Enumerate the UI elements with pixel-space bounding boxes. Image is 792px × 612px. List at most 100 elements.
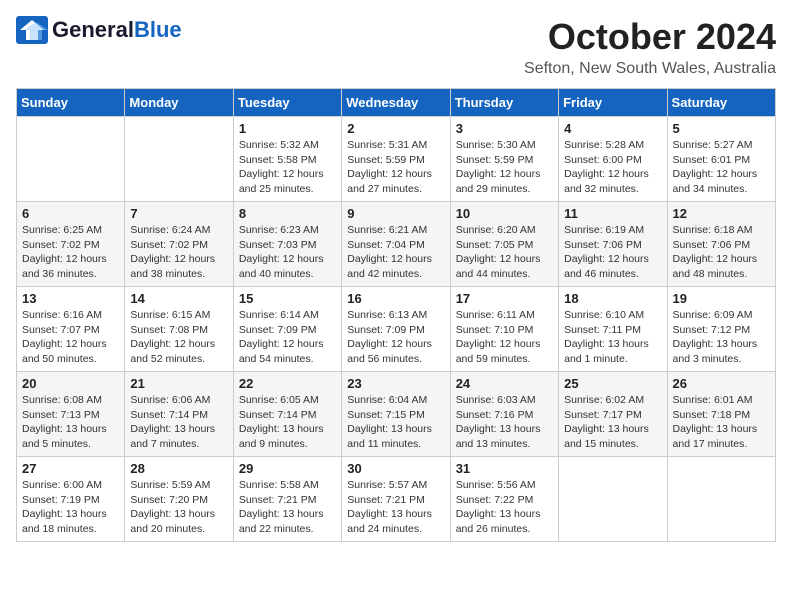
calendar-day-14: 14 Sunrise: 6:15 AMSunset: 7:08 PMDayligh… — [125, 287, 233, 372]
location-subtitle: Sefton, New South Wales, Australia — [524, 60, 776, 78]
day-number: 14 — [130, 291, 227, 306]
day-number: 23 — [347, 376, 444, 391]
day-info: Sunrise: 6:06 AMSunset: 7:14 PMDaylight:… — [130, 393, 227, 452]
day-number: 9 — [347, 206, 444, 221]
calendar-day-11: 11 Sunrise: 6:19 AMSunset: 7:06 PMDayligh… — [559, 202, 667, 287]
page-header: GeneralBlue October 2024 Sefton, New Sou… — [16, 16, 776, 78]
logo: GeneralBlue — [16, 16, 182, 44]
calendar-day-29: 29Sunrise: 5:58 AMSunset: 7:21 PMDayligh… — [233, 457, 341, 542]
calendar-week-1: 1 Sunrise: 5:32 AMSunset: 5:58 PMDaylight… — [17, 117, 776, 202]
day-number: 13 — [22, 291, 119, 306]
calendar-week-4: 20Sunrise: 6:08 AMSunset: 7:13 PMDayligh… — [17, 372, 776, 457]
day-info: Sunrise: 6:01 AMSunset: 7:18 PMDaylight:… — [673, 393, 770, 452]
calendar-day-18: 18Sunrise: 6:10 AMSunset: 7:11 PMDayligh… — [559, 287, 667, 372]
day-header-saturday: Saturday — [667, 89, 775, 117]
day-number: 4 — [564, 121, 661, 136]
day-info: Sunrise: 6:00 AMSunset: 7:19 PMDaylight:… — [22, 478, 119, 537]
calendar-day-24: 24 Sunrise: 6:03 AMSunset: 7:16 PMDayligh… — [450, 372, 558, 457]
calendar-week-2: 6 Sunrise: 6:25 AMSunset: 7:02 PMDaylight… — [17, 202, 776, 287]
day-info: Sunrise: 5:31 AMSunset: 5:59 PMDaylight:… — [347, 138, 444, 197]
day-number: 1 — [239, 121, 336, 136]
day-header-monday: Monday — [125, 89, 233, 117]
day-info: Sunrise: 6:15 AMSunset: 7:08 PMDaylight:… — [130, 308, 227, 367]
day-info: Sunrise: 6:16 AMSunset: 7:07 PMDaylight:… — [22, 308, 119, 367]
day-info: Sunrise: 6:25 AMSunset: 7:02 PMDaylight:… — [22, 223, 119, 282]
day-number: 21 — [130, 376, 227, 391]
logo-icon — [16, 16, 48, 44]
day-number: 3 — [456, 121, 553, 136]
calendar-day-22: 22 Sunrise: 6:05 AMSunset: 7:14 PMDayligh… — [233, 372, 341, 457]
day-info: Sunrise: 6:18 AMSunset: 7:06 PMDaylight:… — [673, 223, 770, 282]
title-block: October 2024 Sefton, New South Wales, Au… — [524, 16, 776, 78]
calendar-day-17: 17Sunrise: 6:11 AMSunset: 7:10 PMDayligh… — [450, 287, 558, 372]
day-info: Sunrise: 6:20 AMSunset: 7:05 PMDaylight:… — [456, 223, 553, 282]
day-info: Sunrise: 6:19 AMSunset: 7:06 PMDaylight:… — [564, 223, 661, 282]
day-info: Sunrise: 6:03 AMSunset: 7:16 PMDaylight:… — [456, 393, 553, 452]
calendar-day-13: 13 Sunrise: 6:16 AMSunset: 7:07 PMDayligh… — [17, 287, 125, 372]
calendar-day-5: 5Sunrise: 5:27 AMSunset: 6:01 PMDaylight… — [667, 117, 775, 202]
day-number: 12 — [673, 206, 770, 221]
empty-cell — [125, 117, 233, 202]
day-header-friday: Friday — [559, 89, 667, 117]
calendar-day-19: 19 Sunrise: 6:09 AMSunset: 7:12 PMDayligh… — [667, 287, 775, 372]
day-number: 24 — [456, 376, 553, 391]
calendar-day-12: 12 Sunrise: 6:18 AMSunset: 7:06 PMDayligh… — [667, 202, 775, 287]
day-info: Sunrise: 6:13 AMSunset: 7:09 PMDaylight:… — [347, 308, 444, 367]
day-header-thursday: Thursday — [450, 89, 558, 117]
calendar-day-4: 4 Sunrise: 5:28 AMSunset: 6:00 PMDaylight… — [559, 117, 667, 202]
day-number: 8 — [239, 206, 336, 221]
day-number: 19 — [673, 291, 770, 306]
calendar-day-1: 1 Sunrise: 5:32 AMSunset: 5:58 PMDaylight… — [233, 117, 341, 202]
day-number: 22 — [239, 376, 336, 391]
calendar-day-21: 21 Sunrise: 6:06 AMSunset: 7:14 PMDayligh… — [125, 372, 233, 457]
calendar-day-31: 31 Sunrise: 5:56 AMSunset: 7:22 PMDayligh… — [450, 457, 558, 542]
day-info: Sunrise: 6:21 AMSunset: 7:04 PMDaylight:… — [347, 223, 444, 282]
empty-cell — [667, 457, 775, 542]
calendar-day-7: 7 Sunrise: 6:24 AMSunset: 7:02 PMDaylight… — [125, 202, 233, 287]
day-info: Sunrise: 6:05 AMSunset: 7:14 PMDaylight:… — [239, 393, 336, 452]
month-title: October 2024 — [524, 16, 776, 58]
calendar-day-16: 16 Sunrise: 6:13 AMSunset: 7:09 PMDayligh… — [342, 287, 450, 372]
day-info: Sunrise: 6:09 AMSunset: 7:12 PMDaylight:… — [673, 308, 770, 367]
day-info: Sunrise: 5:30 AMSunset: 5:59 PMDaylight:… — [456, 138, 553, 197]
day-header-sunday: Sunday — [17, 89, 125, 117]
day-info: Sunrise: 6:14 AMSunset: 7:09 PMDaylight:… — [239, 308, 336, 367]
calendar-day-27: 27 Sunrise: 6:00 AMSunset: 7:19 PMDayligh… — [17, 457, 125, 542]
calendar-day-9: 9 Sunrise: 6:21 AMSunset: 7:04 PMDaylight… — [342, 202, 450, 287]
empty-cell — [17, 117, 125, 202]
calendar-day-20: 20Sunrise: 6:08 AMSunset: 7:13 PMDayligh… — [17, 372, 125, 457]
day-info: Sunrise: 6:24 AMSunset: 7:02 PMDaylight:… — [130, 223, 227, 282]
calendar-header-row: SundayMondayTuesdayWednesdayThursdayFrid… — [17, 89, 776, 117]
day-info: Sunrise: 5:28 AMSunset: 6:00 PMDaylight:… — [564, 138, 661, 197]
day-number: 7 — [130, 206, 227, 221]
day-number: 2 — [347, 121, 444, 136]
day-number: 31 — [456, 461, 553, 476]
day-number: 6 — [22, 206, 119, 221]
calendar-week-3: 13 Sunrise: 6:16 AMSunset: 7:07 PMDayligh… — [17, 287, 776, 372]
day-info: Sunrise: 5:56 AMSunset: 7:22 PMDaylight:… — [456, 478, 553, 537]
day-number: 11 — [564, 206, 661, 221]
day-number: 26 — [673, 376, 770, 391]
day-info: Sunrise: 6:04 AMSunset: 7:15 PMDaylight:… — [347, 393, 444, 452]
calendar-day-6: 6 Sunrise: 6:25 AMSunset: 7:02 PMDaylight… — [17, 202, 125, 287]
logo-text: GeneralBlue — [52, 17, 182, 42]
day-info: Sunrise: 5:27 AMSunset: 6:01 PMDaylight:… — [673, 138, 770, 197]
calendar-day-8: 8 Sunrise: 6:23 AMSunset: 7:03 PMDaylight… — [233, 202, 341, 287]
day-info: Sunrise: 5:32 AMSunset: 5:58 PMDaylight:… — [239, 138, 336, 197]
day-info: Sunrise: 6:23 AMSunset: 7:03 PMDaylight:… — [239, 223, 336, 282]
day-number: 16 — [347, 291, 444, 306]
day-info: Sunrise: 5:58 AMSunset: 7:21 PMDaylight:… — [239, 478, 336, 537]
calendar-day-15: 15Sunrise: 6:14 AMSunset: 7:09 PMDayligh… — [233, 287, 341, 372]
day-info: Sunrise: 5:57 AMSunset: 7:21 PMDaylight:… — [347, 478, 444, 537]
calendar-day-10: 10Sunrise: 6:20 AMSunset: 7:05 PMDayligh… — [450, 202, 558, 287]
day-number: 30 — [347, 461, 444, 476]
day-info: Sunrise: 6:02 AMSunset: 7:17 PMDaylight:… — [564, 393, 661, 452]
calendar-day-30: 30 Sunrise: 5:57 AMSunset: 7:21 PMDayligh… — [342, 457, 450, 542]
calendar-day-25: 25Sunrise: 6:02 AMSunset: 7:17 PMDayligh… — [559, 372, 667, 457]
day-number: 20 — [22, 376, 119, 391]
calendar-day-26: 26 Sunrise: 6:01 AMSunset: 7:18 PMDayligh… — [667, 372, 775, 457]
day-header-tuesday: Tuesday — [233, 89, 341, 117]
day-number: 27 — [22, 461, 119, 476]
day-info: Sunrise: 6:11 AMSunset: 7:10 PMDaylight:… — [456, 308, 553, 367]
empty-cell — [559, 457, 667, 542]
